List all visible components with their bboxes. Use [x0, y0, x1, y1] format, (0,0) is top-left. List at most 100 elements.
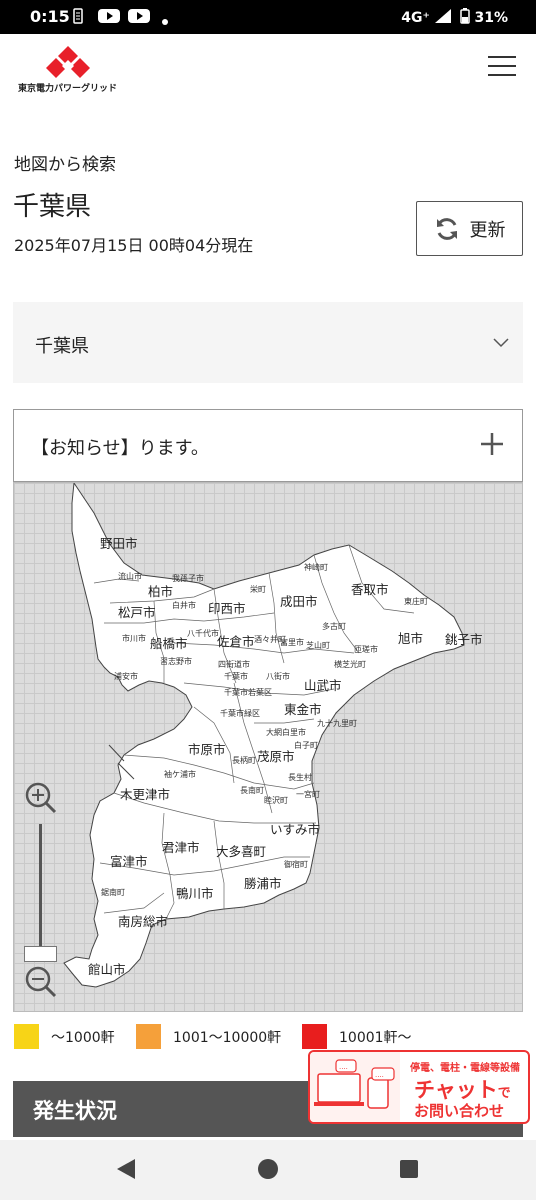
- battery-icon: [459, 8, 470, 24]
- city-label: 栄町: [250, 585, 266, 594]
- city-label: 八街市: [266, 672, 290, 681]
- city-label: 千葉市緑区: [220, 709, 260, 718]
- battery-level: 31%: [474, 10, 508, 26]
- breadcrumb: 地図から検索: [14, 155, 116, 175]
- dot-icon: [162, 13, 168, 29]
- city-label: 一宮町: [296, 790, 320, 799]
- update-timestamp: 2025年07月15日 00時04分現在: [14, 236, 254, 255]
- youtube-icon: [98, 8, 120, 28]
- city-label: 習志野市: [160, 657, 192, 666]
- city-label: 市川市: [122, 634, 146, 643]
- city-label: 東金市: [284, 702, 322, 717]
- status-time: 0:15: [30, 7, 70, 26]
- zoom-slider-handle[interactable]: [24, 946, 57, 962]
- city-label: 白子町: [294, 741, 318, 750]
- city-label: 浦安市: [114, 672, 138, 681]
- notification-icon: [73, 8, 83, 28]
- notice-accordion[interactable]: 【お知らせ】ります。: [13, 409, 523, 482]
- city-label: 佐倉市: [217, 634, 255, 649]
- city-label: 成田市: [280, 594, 318, 609]
- status-right: 4G⁺ 31%: [401, 8, 508, 26]
- city-label: 旭市: [398, 631, 424, 646]
- city-label: 香取市: [351, 582, 389, 597]
- city-label: 茂原市: [257, 749, 295, 764]
- city-label: 木更津市: [120, 787, 171, 802]
- city-label: 山武市: [304, 678, 342, 693]
- back-icon[interactable]: [116, 1158, 136, 1180]
- status-bar: 0:15 4G⁺ 31%: [0, 0, 536, 34]
- legend-item: 10001軒〜: [302, 1024, 412, 1049]
- city-label: いすみ市: [270, 822, 321, 837]
- legend-swatch: [14, 1024, 39, 1049]
- city-label: 睦沢町: [264, 796, 288, 805]
- city-label: 流山市: [118, 572, 142, 581]
- city-label: 銚子市: [445, 632, 483, 647]
- hamburger-icon: [488, 56, 516, 58]
- legend-item: 〜1000軒: [14, 1024, 115, 1049]
- city-label: 長南町: [240, 786, 264, 795]
- status-section-title: 発生状況: [33, 1099, 117, 1123]
- city-label: 富里市: [280, 638, 304, 647]
- notice-text: 【お知らせ】ります。: [31, 438, 209, 459]
- network-label: 4G⁺: [401, 10, 430, 26]
- chevron-down-icon: [493, 338, 509, 348]
- company-logo-icon[interactable]: [45, 44, 91, 84]
- city-label: 九十九里町: [317, 719, 357, 728]
- zoom-in-icon: [25, 782, 57, 814]
- city-label: 印西市: [208, 601, 246, 616]
- outage-map[interactable]: 野田市 流山市 柏市 我孫子市 栄町 神崎町 香取市 松戸市 白井市 印西市 成…: [13, 482, 523, 1012]
- city-label: 船橋市: [150, 636, 188, 651]
- city-label: 南房総市: [118, 914, 169, 929]
- city-label: 匝瑳市: [354, 645, 378, 654]
- svg-text:....: ....: [375, 1071, 384, 1079]
- city-label: 八千代市: [187, 629, 219, 638]
- refresh-icon: [436, 217, 457, 240]
- city-label: 四街道市: [218, 660, 250, 669]
- legend-swatch: [302, 1024, 327, 1049]
- city-label: 袖ケ浦市: [164, 770, 196, 779]
- city-label: 大網白里市: [266, 728, 306, 737]
- company-logo-text[interactable]: 東京電力パワーグリッド: [18, 81, 117, 94]
- refresh-button[interactable]: 更新: [416, 201, 523, 256]
- city-label: 我孫子市: [172, 574, 204, 583]
- city-label: 長生村: [288, 773, 312, 782]
- zoom-in-button[interactable]: [24, 781, 58, 815]
- zoom-out-button[interactable]: [24, 965, 58, 999]
- youtube-icon: [128, 8, 150, 28]
- signal-icon: [434, 9, 451, 23]
- city-label: 鴨川市: [176, 886, 214, 901]
- city-label: 長柄町: [232, 756, 256, 765]
- prefecture-select[interactable]: 千葉県: [13, 302, 523, 383]
- city-label: 横芝光町: [334, 660, 366, 669]
- city-label: 神崎町: [304, 563, 328, 572]
- page-title: 千葉県: [13, 192, 92, 222]
- city-label: 館山市: [88, 962, 126, 977]
- city-label: 千葉市若葉区: [224, 688, 272, 697]
- refresh-label: 更新: [469, 219, 506, 241]
- city-label: 芝山町: [306, 641, 330, 650]
- zoom-slider-track[interactable]: [39, 824, 42, 956]
- menu-button[interactable]: [488, 56, 518, 78]
- legend-label: 10001軒〜: [339, 1029, 412, 1046]
- legend-label: 1001〜10000軒: [173, 1029, 282, 1046]
- recent-apps-icon[interactable]: [400, 1160, 418, 1178]
- city-label: 千葉市: [224, 672, 248, 681]
- legend-label: 〜1000軒: [51, 1029, 115, 1046]
- city-label: 野田市: [100, 536, 138, 551]
- zoom-out-icon: [25, 966, 57, 998]
- home-icon[interactable]: [258, 1159, 278, 1179]
- city-label: 多古町: [322, 622, 346, 631]
- prefecture-select-value: 千葉県: [35, 336, 89, 357]
- city-label: 鋸南町: [101, 888, 125, 897]
- legend-item: 1001〜10000軒: [136, 1024, 281, 1049]
- city-label: 富津市: [110, 854, 148, 869]
- chat-inquiry-banner[interactable]: .... .... 停電、電柱・電線等設備 チャットで お問い合わせ: [308, 1050, 530, 1124]
- svg-text:....: ....: [339, 1063, 348, 1071]
- city-label: 君津市: [162, 840, 200, 855]
- chat-illustration-icon: .... ....: [310, 1052, 400, 1122]
- city-label: 市原市: [188, 742, 226, 757]
- chat-banner-top-text: 停電、電柱・電線等設備: [410, 1063, 520, 1074]
- chat-banner-sub-text: お問い合わせ: [414, 1102, 505, 1120]
- city-label: 勝浦市: [244, 876, 282, 891]
- city-label: 東庄町: [404, 597, 428, 606]
